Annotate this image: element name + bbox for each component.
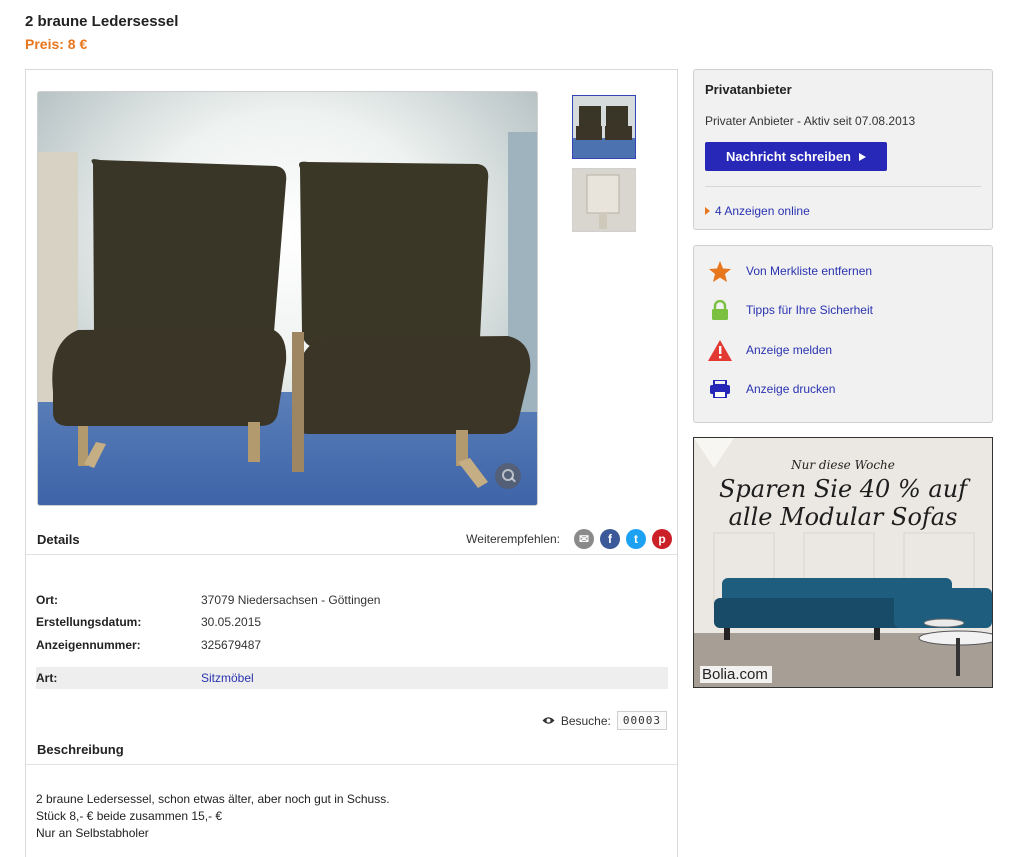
visits-count: 00003 (616, 711, 667, 730)
arrow-right-icon (705, 207, 710, 215)
listing-main-panel: Details Weiterempfehlen: ✉ f t p Ort: 37… (25, 69, 678, 857)
share-bar: Weiterempfehlen: ✉ f t p (466, 529, 672, 549)
visits-label: Besuche: (560, 713, 611, 728)
banner-headline-line: Sparen Sie 40 % auf (718, 475, 968, 503)
remove-from-watchlist-link[interactable]: Von Merkliste entfernen (708, 260, 872, 282)
play-arrow-icon (859, 152, 866, 161)
category-link[interactable]: Sitzmöbel (201, 671, 254, 685)
description-text: 2 braune Ledersessel, schon etwas älter,… (36, 791, 390, 842)
send-message-button[interactable]: Nachricht schreiben (705, 142, 887, 171)
details-heading: Details (37, 532, 80, 547)
detail-value: 325679487 (201, 638, 262, 652)
visit-counter: Besuche: 00003 (542, 711, 667, 730)
divider (705, 186, 981, 187)
share-label: Weiterempfehlen: (466, 532, 560, 546)
action-label: Von Merkliste entfernen (746, 264, 873, 278)
listing-price: Preis: 8 € (25, 36, 88, 52)
safety-tips-link[interactable]: Tipps für Ihre Sicherheit (708, 299, 873, 321)
detail-label: Anzeigennummer: (36, 638, 141, 652)
action-label: Tipps für Ihre Sicherheit (746, 303, 873, 317)
listing-title: 2 braune Ledersessel (25, 13, 179, 30)
eye-icon (542, 714, 555, 728)
seller-heading: Privatanbieter (705, 82, 792, 97)
detail-value: 37079 Niedersachsen - Göttingen (201, 593, 381, 607)
detail-label: Erstellungsdatum: (36, 615, 142, 629)
seller-status: Privater Anbieter - Aktiv seit 07.08.201… (705, 114, 916, 128)
detail-row-type: Art: Sitzmöbel (36, 667, 668, 689)
detail-value: 30.05.2015 (201, 615, 262, 629)
divider (26, 764, 677, 765)
advertisement-banner[interactable]: Nur diese Woche Sparen Sie 40 % auf alle… (693, 437, 993, 688)
seller-box: Privatanbieter Privater Anbieter - Aktiv… (693, 69, 993, 230)
email-icon[interactable]: ✉ (574, 529, 594, 549)
pinterest-icon[interactable]: p (652, 529, 672, 549)
detail-row-date: Erstellungsdatum: 30.05.2015 (36, 611, 668, 633)
ads-online-label: 4 Anzeigen online (715, 204, 810, 218)
detail-row-location: Ort: 37079 Niedersachsen - Göttingen (36, 589, 668, 611)
printer-icon (708, 378, 732, 400)
description-heading: Beschreibung (37, 742, 124, 757)
zoom-icon[interactable] (495, 463, 521, 489)
main-photo[interactable] (37, 91, 538, 506)
action-label: Anzeige melden (746, 343, 833, 357)
banner-headline: Sparen Sie 40 % auf alle Modular Sofas (694, 475, 992, 531)
action-label: Anzeige drucken (746, 382, 836, 396)
ads-online-link[interactable]: 4 Anzeigen online (705, 204, 810, 218)
actions-box: Von Merkliste entfernen Tipps für Ihre S… (693, 245, 993, 423)
thumbnail-2[interactable] (572, 168, 636, 232)
facebook-icon[interactable]: f (600, 529, 620, 549)
description-line: Nur an Selbstabholer (36, 826, 149, 840)
banner-brand: Bolia.com (700, 666, 772, 683)
print-ad-link[interactable]: Anzeige drucken (708, 378, 835, 400)
warning-icon (708, 339, 732, 361)
banner-headline-line: alle Modular Sofas (728, 503, 958, 531)
divider (26, 554, 677, 555)
banner-subline: Nur diese Woche (791, 458, 895, 472)
description-line: Stück 8,- € beide zusammen 15,- € (36, 809, 223, 823)
star-icon (708, 260, 732, 282)
detail-row-ad-number: Anzeigennummer: 325679487 (36, 634, 668, 656)
report-ad-link[interactable]: Anzeige melden (708, 339, 832, 361)
lock-icon (708, 299, 732, 321)
detail-label: Art: (36, 671, 58, 685)
send-message-label: Nachricht schreiben (726, 149, 851, 164)
description-line: 2 braune Ledersessel, schon etwas älter,… (36, 792, 390, 806)
detail-label: Ort: (36, 593, 58, 607)
twitter-icon[interactable]: t (626, 529, 646, 549)
thumbnail-1[interactable] (572, 95, 636, 159)
